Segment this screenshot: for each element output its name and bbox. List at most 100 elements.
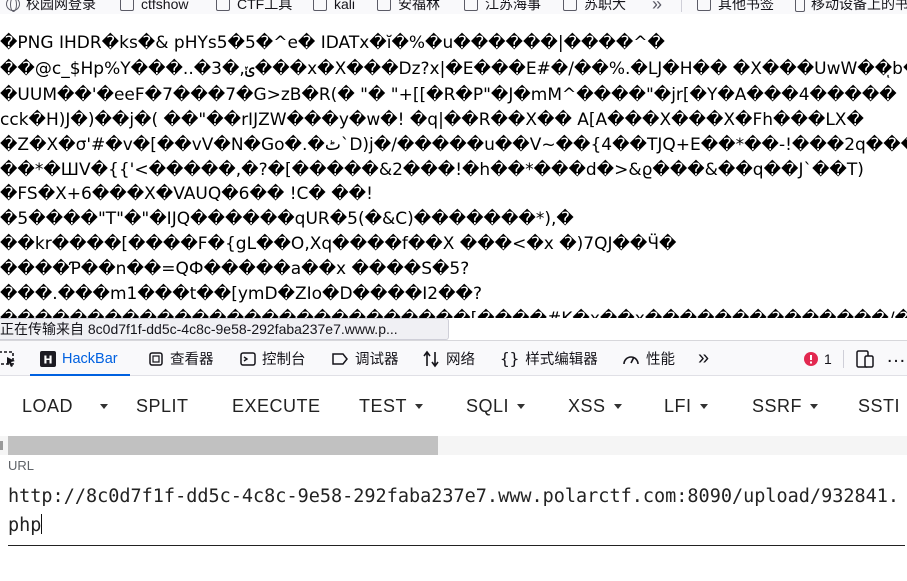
test-menu-button[interactable]: TEST	[359, 394, 424, 418]
more-bookmarks-icon[interactable]: »	[652, 0, 662, 14]
horizontal-scrollbar[interactable]	[0, 436, 907, 455]
bookmark-label: 苏职大	[584, 0, 626, 12]
content-line: �UUM��'�eeF�7���7�G>zB�R(� "� "+[[�R�P"�…	[0, 85, 897, 105]
tab-style-editor[interactable]: {} 样式编辑器	[500, 341, 598, 376]
folder-icon	[377, 0, 391, 11]
chevron-down-icon	[613, 403, 622, 409]
bookmark-folder[interactable]: 安福林	[377, 0, 440, 13]
folder-icon	[464, 0, 478, 11]
url-label: URL	[8, 458, 35, 473]
tab-network[interactable]: 网络	[422, 341, 475, 376]
bookmark-folder[interactable]: 其他书签	[697, 0, 774, 13]
panel-bottom	[0, 570, 907, 581]
network-icon	[423, 350, 439, 367]
load-button[interactable]: LOAD	[22, 394, 73, 418]
text-cursor	[41, 514, 43, 534]
phone-icon	[795, 0, 805, 12]
bookmark-label: kali	[334, 0, 356, 12]
chevron-down-icon	[415, 403, 424, 409]
bookmarks-toolbar: 校园网登录 ctfshow CTF工具 kali 安福林 江苏海事 苏职大 » …	[0, 0, 907, 14]
globe-icon	[6, 0, 20, 12]
bookmark-label: 江苏海事	[485, 0, 541, 12]
button-label: LOAD	[22, 395, 74, 416]
bookmark-folder[interactable]: CTF工具	[216, 0, 292, 13]
bookmarks-divider	[681, 0, 682, 12]
bookmark-folder[interactable]: ctfshow	[120, 0, 188, 13]
url-input[interactable]: http://8c0d7f1f-dd5c-4c8c-9e58-292faba23…	[8, 480, 905, 546]
button-label: SQLI	[466, 395, 510, 416]
tab-label: 样式编辑器	[525, 352, 598, 368]
folder-icon	[313, 0, 327, 11]
tab-label: HackBar	[62, 350, 118, 367]
style-editor-icon: {}	[500, 349, 520, 368]
devtools-divider	[843, 350, 844, 368]
bookmark-label: CTF工具	[237, 0, 293, 12]
split-button[interactable]: SPLIT	[136, 394, 189, 418]
load-dropdown-button[interactable]	[92, 394, 108, 418]
content-line: ���.���m1���t��[ymD�ZIo�D����I2��?	[0, 284, 482, 304]
devtools-toolbar: H HackBar 查看器 控制台 调试器 网络 {} 样式编辑器 性能 » 1…	[0, 340, 907, 376]
folder-icon	[697, 0, 711, 11]
bookmark-folder[interactable]: kali	[313, 0, 355, 13]
hackbar-menu: LOAD SPLIT EXECUTE TEST SQLI XSS LFI SSR…	[0, 376, 907, 434]
chevron-down-icon	[810, 403, 819, 409]
ssrf-menu-button[interactable]: SSRF	[752, 394, 819, 418]
tab-debugger[interactable]: 调试器	[331, 341, 399, 376]
tab-label: 调试器	[355, 352, 399, 368]
status-bar: 正在传输来自 8c0d7f1f-dd5c-4c8c-9e58-292faba23…	[0, 318, 449, 340]
content-line: �Z�X�σ'#�v�[��vV�N�Go�.�ٹ`D)j�/�����u��V…	[0, 135, 907, 155]
folder-icon	[216, 0, 230, 11]
content-line: �FS�X+6���X�VAUQ�6�� !C� ��!	[0, 184, 373, 204]
responsive-design-icon[interactable]	[856, 350, 874, 373]
bookmark-folder[interactable]: 移动设备上的书签	[795, 0, 907, 13]
bookmark-item[interactable]: 校园网登录	[6, 0, 96, 13]
folder-icon	[563, 0, 577, 11]
tab-hackbar[interactable]: H HackBar	[40, 341, 118, 376]
tab-console[interactable]: 控制台	[240, 341, 306, 376]
content-line: ����Ƥ��n��=QФ�����a��x ����S�5?	[0, 259, 470, 279]
content-line: cck�H)J�)��j�( ��"��rIJZW���y�w�! �q|��R…	[0, 110, 864, 130]
button-label: TEST	[359, 395, 408, 416]
tab-label: 性能	[646, 352, 675, 368]
button-label: SSTI	[858, 395, 901, 416]
svg-text:H: H	[43, 353, 52, 366]
chevron-down-icon	[699, 403, 708, 409]
chevron-down-icon	[100, 403, 108, 409]
debugger-icon	[332, 352, 348, 365]
content-line: �PNG IHDR�ks�& pHYs5�5�^e� IDATx�ĭ�%�u��…	[0, 33, 665, 53]
hackbar-icon: H	[40, 350, 56, 367]
tab-inspector[interactable]: 查看器	[148, 341, 214, 376]
error-count: 1	[824, 350, 832, 367]
bookmark-label: ctfshow	[141, 0, 189, 12]
error-indicator[interactable]: 1	[804, 341, 832, 376]
bookmark-label: 其他书签	[718, 0, 774, 12]
bookmark-folder[interactable]: 江苏海事	[464, 0, 541, 13]
element-picker-icon[interactable]	[0, 350, 18, 373]
page-content: �PNG IHDR�ks�& pHYs5�5�^e� IDATx�ĭ�%�u��…	[0, 14, 907, 318]
performance-icon	[623, 355, 639, 364]
inspector-icon	[149, 351, 163, 366]
sqli-menu-button[interactable]: SQLI	[466, 394, 526, 418]
bookmark-folder[interactable]: 苏职大	[563, 0, 626, 13]
lfi-menu-button[interactable]: LFI	[664, 394, 708, 418]
tab-performance[interactable]: 性能	[622, 341, 675, 376]
tab-label: 网络	[446, 352, 475, 368]
button-label: LFI	[664, 395, 692, 416]
more-tools-icon[interactable]: »	[698, 341, 709, 376]
scroll-left-arrow[interactable]	[0, 441, 3, 450]
button-label: XSS	[568, 395, 606, 416]
button-label: SSRF	[752, 395, 803, 416]
url-value: http://8c0d7f1f-dd5c-4c8c-9e58-292faba23…	[8, 486, 900, 536]
scrollbar-thumb[interactable]	[8, 436, 438, 455]
content-line: �5����"T"�"�IJQ������qUR�5(�&C)�������*)…	[0, 209, 574, 229]
tab-label: 查看器	[170, 352, 214, 368]
execute-button[interactable]: EXECUTE	[232, 394, 321, 418]
bookmark-label: 校园网登录	[26, 0, 96, 12]
ssti-menu-button[interactable]: SSTI	[858, 394, 900, 418]
button-label: EXECUTE	[232, 395, 321, 416]
content-line: ��kr����[����F�{gL��O,Xq����f��X ���<�x …	[0, 234, 677, 254]
xss-menu-button[interactable]: XSS	[568, 394, 622, 418]
devtools-menu-icon[interactable]: …	[886, 345, 906, 368]
folder-icon	[120, 0, 134, 11]
tab-label: 控制台	[262, 352, 306, 368]
